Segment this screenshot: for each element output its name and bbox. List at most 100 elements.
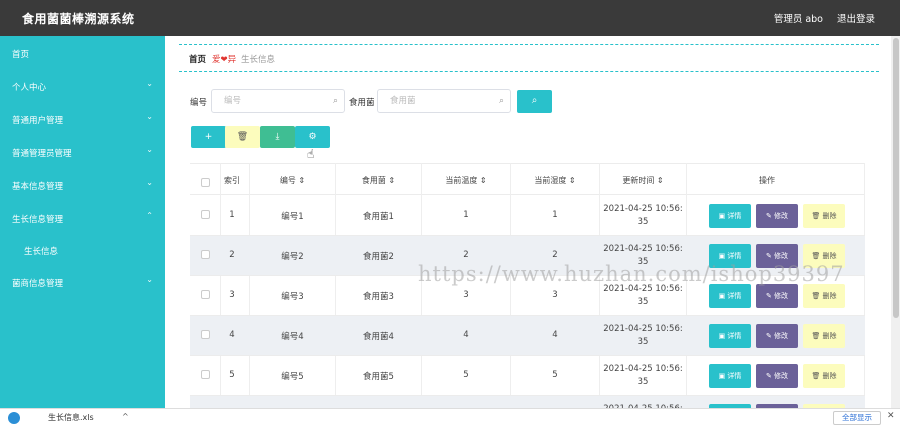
edit-button[interactable]: ✎ 修改 [756,324,798,348]
mouse-cursor-icon: ☝ [307,147,315,161]
cell-fungus: 食用菌3 [363,292,394,302]
cell-code: 编号5 [281,372,304,382]
sidebar-item-basic-info[interactable]: 基本信息管理 ⌄ [0,168,165,201]
delete-button[interactable]: 🗑 删除 [803,324,845,348]
time-line-2: 35 [637,217,649,227]
breadcrumb-separator: 爱❤异 [212,55,237,65]
time-line-1: 2021-04-25 10:56: [603,364,683,374]
detail-button[interactable]: ▣ 详情 [709,364,751,388]
sidebar-item-growth-info[interactable]: 生长信息 [0,233,165,266]
search-icon: ⌕ [531,95,538,106]
detail-button[interactable]: ▣ 详情 [709,284,751,308]
detail-button[interactable]: ▣ 详情 [709,324,751,348]
header-index: 索引 [224,176,240,185]
edit-button[interactable]: ✎ 修改 [756,364,798,388]
cell-fungus: 食用菌2 [363,252,394,262]
sidebar-item-label: 基本信息管理 [12,182,64,192]
cell-temperature: 5 [463,370,469,380]
scrollbar-thumb[interactable] [893,38,899,318]
edit-button[interactable]: ✎ 修改 [756,284,798,308]
trash-icon: 🗑 [236,132,249,142]
watermark-text: https://www.huzhan.com/ishop39397 [418,262,845,286]
add-button[interactable]: + [191,126,226,148]
shiyongjun-input[interactable]: 食用菌 ⌕ [377,89,511,113]
settings-button[interactable]: ⚙ [295,126,330,148]
time-line-2: 35 [637,297,649,307]
download-filename[interactable]: 生长信息.xls [48,412,94,423]
logout-link[interactable]: 退出登录 [837,11,875,25]
sidebar-item-label: 生长信息管理 [12,215,64,225]
file-icon [8,412,20,424]
row-checkbox[interactable] [201,370,210,379]
header-code[interactable]: 编号 ⇕ [250,175,335,186]
cell-index: 2 [229,250,235,260]
detail-button[interactable]: ▣ 详情 [709,204,751,228]
cell-humidity: 4 [552,330,558,340]
cell-fungus: 食用菌1 [363,212,394,222]
delete-button[interactable]: 🗑 删除 [803,364,845,388]
header-temperature[interactable]: 当前温度 ⇕ [422,175,510,186]
delete-button[interactable]: 🗑 删除 [803,284,845,308]
cell-index: 1 [229,210,235,220]
row-checkbox[interactable] [201,290,210,299]
time-line-1: 2021-04-25 10:56: [603,204,683,214]
cell-update-time: 2021-04-25 10:56: 35 [600,363,686,389]
table-row[interactable]: 4 编号4 食用菌4 4 4 2021-04-25 10:56: 35 ▣ 详情 ✎ 修改 🗑 删… [190,316,865,356]
breadcrumb-home[interactable]: 首页 [189,53,206,65]
sidebar-item-label: 生长信息 [24,247,59,257]
search-icon: ⌕ [498,96,504,106]
row-checkbox[interactable] [201,330,210,339]
row-checkbox[interactable] [201,250,210,259]
row-checkbox[interactable] [201,210,210,219]
plus-icon: + [204,132,213,142]
show-all-button[interactable]: 全部显示 [833,411,881,425]
cell-temperature: 1 [463,210,469,220]
sidebar-item-user-management[interactable]: 普通用户管理 ⌄ [0,102,165,135]
sidebar-item-growth-management[interactable]: 生长信息管理 ⌃ [0,201,165,234]
close-icon[interactable]: ✕ [887,411,895,421]
search-button[interactable]: ⌕ [517,90,552,113]
header-fungus[interactable]: 食用菌 ⇕ [336,175,421,186]
table-row[interactable]: 1 编号1 食用菌1 1 1 2021-04-25 10:56: 35 ▣ 详情 ✎ 修改 🗑 删… [190,196,865,236]
download-bar: 生长信息.xls ^ 全部显示 ✕ [0,408,900,426]
cell-fungus: 食用菌5 [363,372,394,382]
app-title: 食用菌菌棒溯源系统 [22,12,135,26]
sidebar-item-label: 首页 [12,50,30,60]
header-humidity[interactable]: 当前湿度 ⇕ [511,175,599,186]
cell-index: 3 [229,290,235,300]
sidebar-item-merchant-management[interactable]: 菌商信息管理 ⌄ [0,265,165,298]
select-all-checkbox[interactable] [201,178,210,187]
header-update-time[interactable]: 更新时间 ⇕ [600,175,686,186]
table-header: 索引 编号 ⇕ 食用菌 ⇕ 当前温度 ⇕ 当前湿度 ⇕ 更新时间 ⇕ 操作 [190,163,865,195]
search-icon: ⌕ [332,96,338,106]
time-line-1: 2021-04-25 10:56: [603,324,683,334]
cell-temperature: 4 [463,330,469,340]
cell-code: 编号1 [281,212,304,222]
sidebar-item-home[interactable]: 首页 [0,36,165,69]
table-row[interactable]: 5 编号5 食用菌5 5 5 2021-04-25 10:56: 35 ▣ 详情 ✎ 修改 🗑 删… [190,356,865,396]
chevron-up-icon[interactable]: ^ [122,412,129,421]
sidebar-item-label: 菌商信息管理 [12,279,64,289]
cell-humidity: 3 [552,290,558,300]
cell-code: 编号4 [281,332,304,342]
delete-button[interactable]: 🗑 删除 [803,204,845,228]
table-row[interactable]: 2021-04-25 10:56:▣ 详情✎ 修改🗑 删除 [190,396,865,408]
cell-humidity: 2 [552,250,558,260]
sidebar-item-admin-management[interactable]: 普通管理员管理 ⌄ [0,135,165,168]
batch-delete-button[interactable]: 🗑 [225,126,260,148]
time-line-2: 35 [637,337,649,347]
sidebar-item-personal-center[interactable]: 个人中心 ⌄ [0,69,165,102]
current-user[interactable]: 管理员 abo [774,11,823,25]
bianhao-input[interactable]: 编号 ⌕ [211,89,345,113]
export-button[interactable]: ⤓ [260,126,295,148]
breadcrumb: 首页 爱❤异 生长信息 [179,44,879,72]
cell-index: 5 [229,370,235,380]
shiyongjun-placeholder: 食用菌 [390,96,416,106]
cell-update-time: 2021-04-25 10:56: 35 [600,283,686,309]
cell-update-time: 2021-04-25 10:56: 35 [600,203,686,229]
chevron-down-icon: ⌄ [146,79,153,88]
cell-temperature: 3 [463,290,469,300]
edit-button[interactable]: ✎ 修改 [756,204,798,228]
chevron-down-icon: ⌄ [146,145,153,154]
chevron-up-icon: ⌃ [146,211,153,220]
